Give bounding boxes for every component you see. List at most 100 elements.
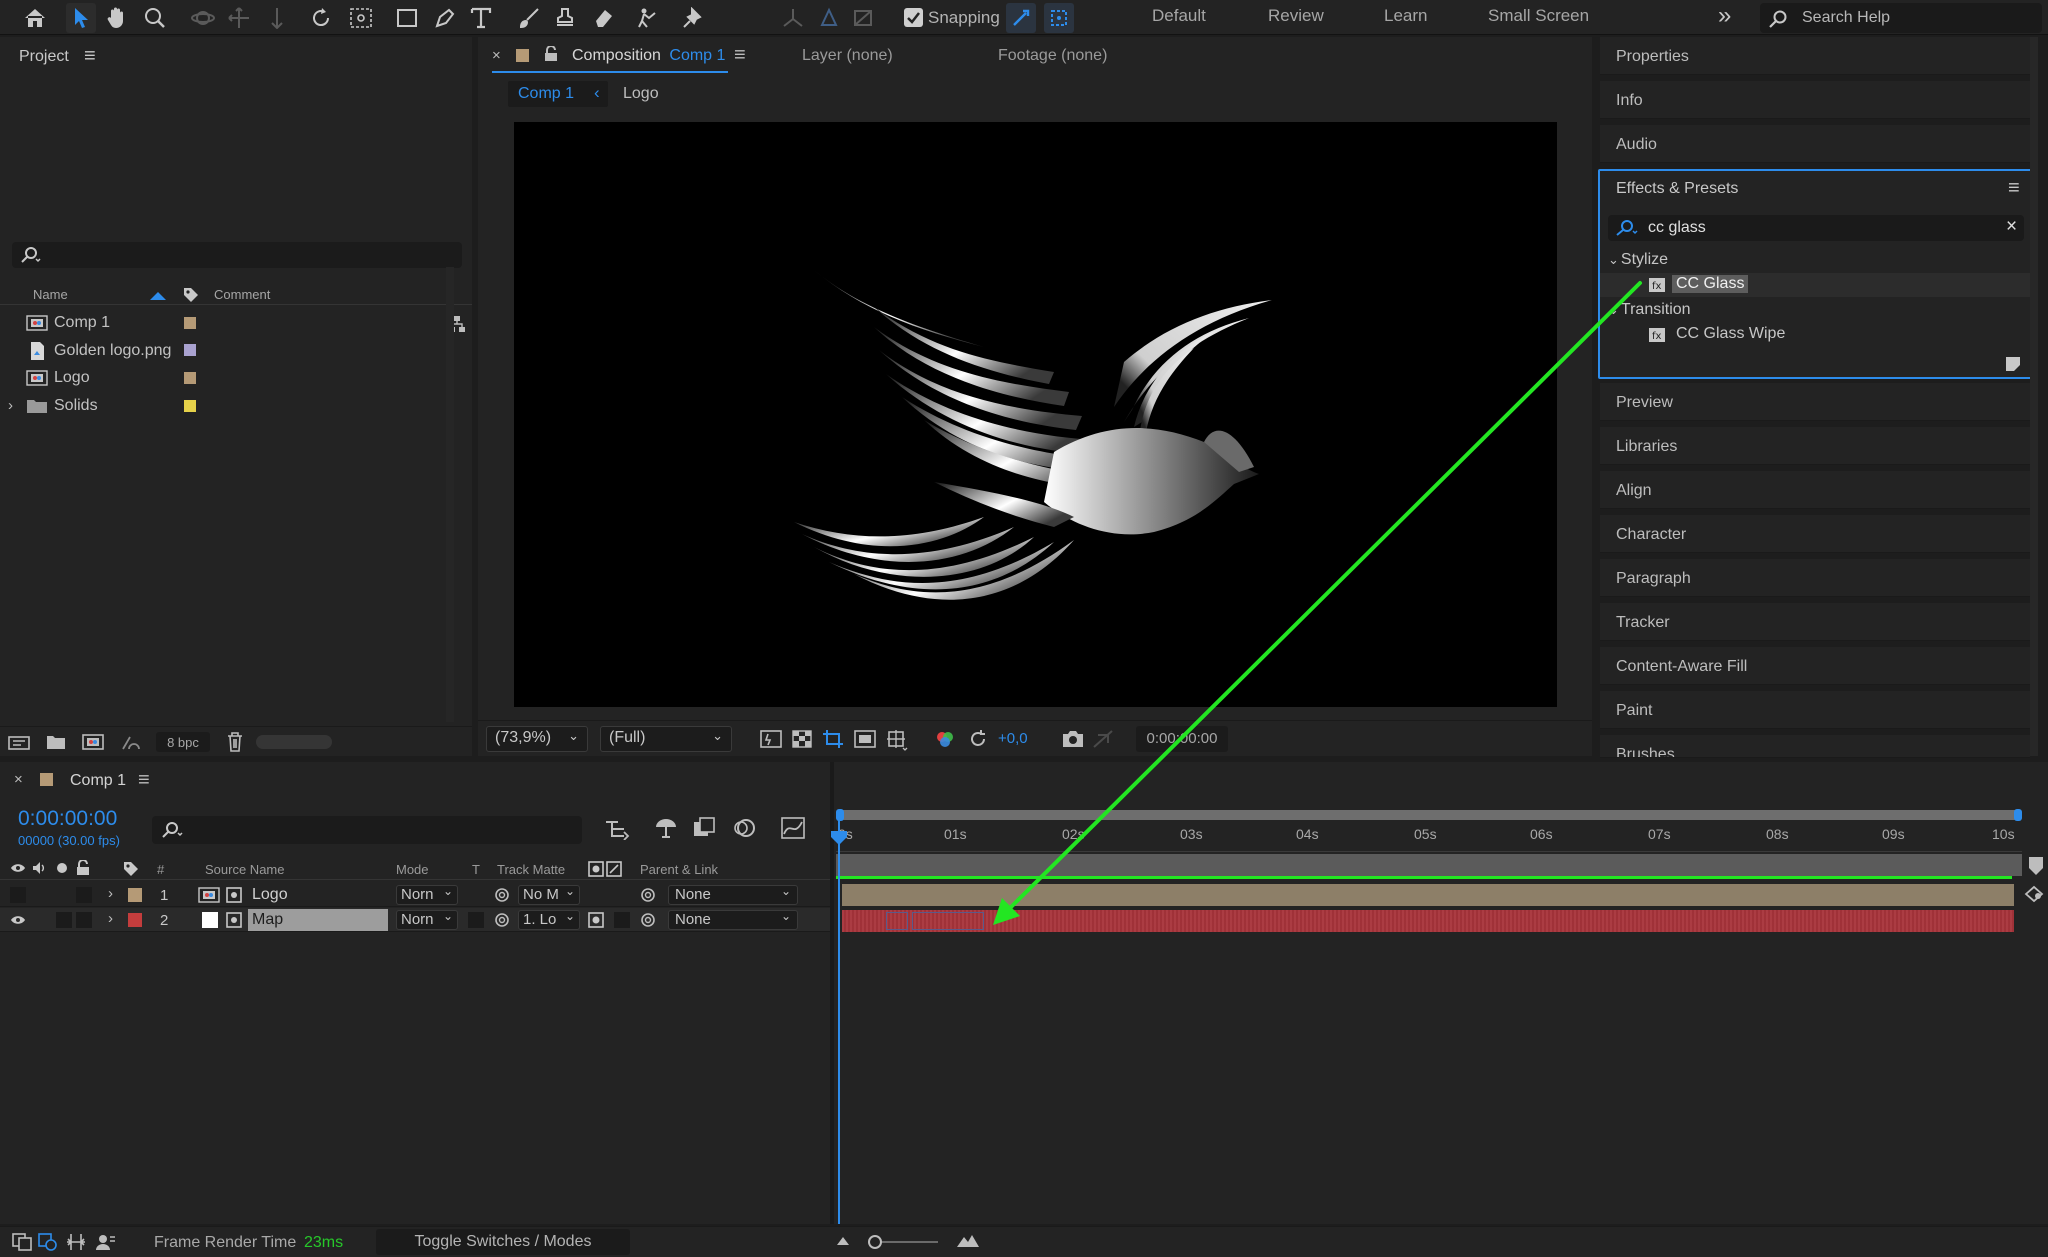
comp-button-icon[interactable] (2024, 884, 2046, 904)
workspace-review[interactable]: Review (1268, 6, 1324, 26)
panel-menu-icon[interactable]: ≡ (734, 44, 746, 67)
parent-pickwhip-icon[interactable] (640, 887, 656, 903)
parent-dropdown[interactable]: None ⌄ (668, 909, 798, 930)
current-time-display[interactable]: 0:00:00:00 (18, 807, 117, 831)
panel-paint[interactable]: Paint (1600, 691, 2030, 729)
home-icon[interactable] (20, 3, 50, 33)
close-tab-icon[interactable]: × (492, 47, 501, 64)
panel-brushes[interactable]: Brushes (1600, 735, 2030, 758)
layer-mode-dropdown[interactable]: Norn ⌄ (396, 910, 458, 930)
expand-layer-icon[interactable]: › (108, 885, 113, 902)
clear-search-icon[interactable]: × (2006, 216, 2017, 238)
snapping-checkbox[interactable] (904, 8, 923, 27)
effect-cc-glass-wipe[interactable]: CC Glass Wipe (1676, 325, 1785, 343)
timeline-comp-tab[interactable]: Comp 1 (70, 772, 126, 790)
trash-icon[interactable] (226, 732, 244, 752)
effects-group-stylize[interactable]: ⌄ Stylize (1608, 251, 1668, 269)
track-matte-dropdown[interactable]: 1. Lo ⌄ (518, 910, 580, 930)
fast-previews-icon[interactable] (760, 730, 782, 748)
render-time-toggle-icon[interactable] (94, 1233, 116, 1251)
panel-preview[interactable]: Preview (1600, 383, 2030, 421)
zoom-out-icon[interactable] (836, 1235, 850, 1247)
workspace-small-screen[interactable]: Small Screen (1488, 6, 1589, 26)
project-scrollbar[interactable] (446, 267, 454, 722)
axis-world-icon[interactable] (814, 3, 844, 33)
motion-blur-icon[interactable] (732, 817, 756, 839)
audio-speaker-icon[interactable] (32, 861, 48, 875)
panel-align[interactable]: Align (1600, 471, 2030, 509)
matte-invert-switch[interactable] (614, 912, 630, 928)
playhead-line[interactable] (838, 820, 840, 1224)
region-of-interest-icon[interactable] (822, 729, 844, 749)
label-swatch[interactable] (184, 372, 196, 384)
puppet-pin-tool-icon[interactable] (678, 3, 708, 33)
panel-tracker[interactable]: Tracker (1600, 603, 2030, 641)
solo-switch[interactable] (56, 912, 72, 928)
panel-audio[interactable]: Audio (1600, 125, 2030, 163)
column-name[interactable]: Name (33, 287, 68, 302)
panel-paragraph[interactable]: Paragraph (1600, 559, 2030, 597)
layer-switches-toggle-icon[interactable] (12, 1233, 32, 1251)
matte-alpha-icon[interactable] (588, 912, 604, 928)
layer-bar-logo[interactable] (842, 884, 2014, 906)
solo-dot-icon[interactable] (56, 862, 68, 874)
video-eye-icon[interactable] (10, 862, 26, 874)
video-switch[interactable] (10, 887, 26, 903)
graph-editor-icon[interactable] (780, 816, 806, 840)
axis-local-icon[interactable] (778, 3, 808, 33)
project-item-comp1[interactable]: Comp 1 (26, 310, 110, 336)
lock-icon[interactable] (76, 860, 90, 876)
preserve-transparency-switch[interactable] (468, 912, 484, 928)
roto-brush-tool-icon[interactable] (634, 3, 664, 33)
in-out-toggle-icon[interactable] (66, 1233, 86, 1251)
layer-label-swatch[interactable] (128, 888, 142, 902)
snapshot-camera-icon[interactable] (1062, 730, 1084, 748)
panel-info[interactable]: Info (1600, 81, 2030, 119)
snap-edges-icon[interactable] (1006, 3, 1036, 33)
track-matte-dropdown[interactable]: No M ⌄ (518, 885, 580, 905)
clone-stamp-tool-icon[interactable] (550, 3, 580, 33)
project-item-golden-logo[interactable]: Golden logo.png (26, 338, 171, 364)
hand-tool-icon[interactable] (102, 3, 132, 33)
comp-marker-bin-icon[interactable] (2028, 856, 2044, 876)
layer-switch-icon[interactable] (226, 887, 242, 903)
column-comment[interactable]: Comment (214, 287, 270, 302)
pan-camera-icon[interactable] (224, 3, 254, 33)
transparency-grid-icon[interactable] (792, 730, 812, 748)
composition-canvas[interactable] (514, 122, 1557, 707)
snap-features-icon[interactable] (1044, 3, 1074, 33)
label-swatch[interactable] (184, 317, 196, 329)
workspace-default[interactable]: Default (1152, 6, 1206, 26)
timeline-search-input[interactable] (152, 816, 582, 844)
playhead-handle-icon[interactable] (830, 830, 848, 846)
column-source-name[interactable]: Source Name (205, 862, 284, 877)
effects-search-input[interactable]: cc glass × (1608, 215, 2024, 241)
close-tab-icon[interactable]: × (14, 771, 23, 788)
dolly-camera-icon[interactable] (262, 3, 292, 33)
toggle-switches-modes-button[interactable]: Toggle Switches / Modes (376, 1229, 630, 1255)
viewer-timecode[interactable]: 0:00:00:00 (1136, 726, 1228, 752)
more-workspaces-button[interactable]: » (1718, 2, 1731, 30)
timeline-menu-icon[interactable]: ≡ (138, 769, 150, 792)
orbit-camera-icon[interactable] (188, 3, 218, 33)
bit-depth-button[interactable]: 8 bpc (156, 732, 210, 752)
transfer-controls-toggle-icon[interactable] (38, 1233, 58, 1251)
expand-layer-icon[interactable]: › (108, 910, 113, 927)
effects-group-transition[interactable]: ⌄ Transition (1608, 301, 1691, 319)
shy-layers-icon[interactable] (654, 817, 678, 839)
selection-tool-icon[interactable] (66, 3, 96, 33)
project-item-solids-folder[interactable]: › Solids (8, 393, 98, 419)
layer-row-1[interactable]: › 1 Logo Norn ⌄ No M ⌄ None ⌄ (0, 883, 830, 907)
zoom-tool-icon[interactable] (140, 3, 170, 33)
sort-ascending-icon[interactable] (150, 290, 166, 300)
brush-tool-icon[interactable] (514, 3, 544, 33)
right-panel-scrollbar[interactable] (2030, 37, 2038, 756)
zoom-dropdown[interactable]: (73,9%) ⌄ (486, 726, 588, 752)
label-tag-icon[interactable] (122, 860, 140, 878)
layer-bar-map[interactable] (842, 910, 2014, 932)
thumbnail-scroll[interactable] (256, 735, 332, 749)
panel-libraries[interactable]: Libraries (1600, 427, 2030, 465)
layer-label-swatch[interactable] (128, 913, 142, 927)
tab-layer[interactable]: Layer (none) (802, 47, 893, 65)
breadcrumb-comp1[interactable]: Comp 1 ‹ (508, 81, 608, 107)
